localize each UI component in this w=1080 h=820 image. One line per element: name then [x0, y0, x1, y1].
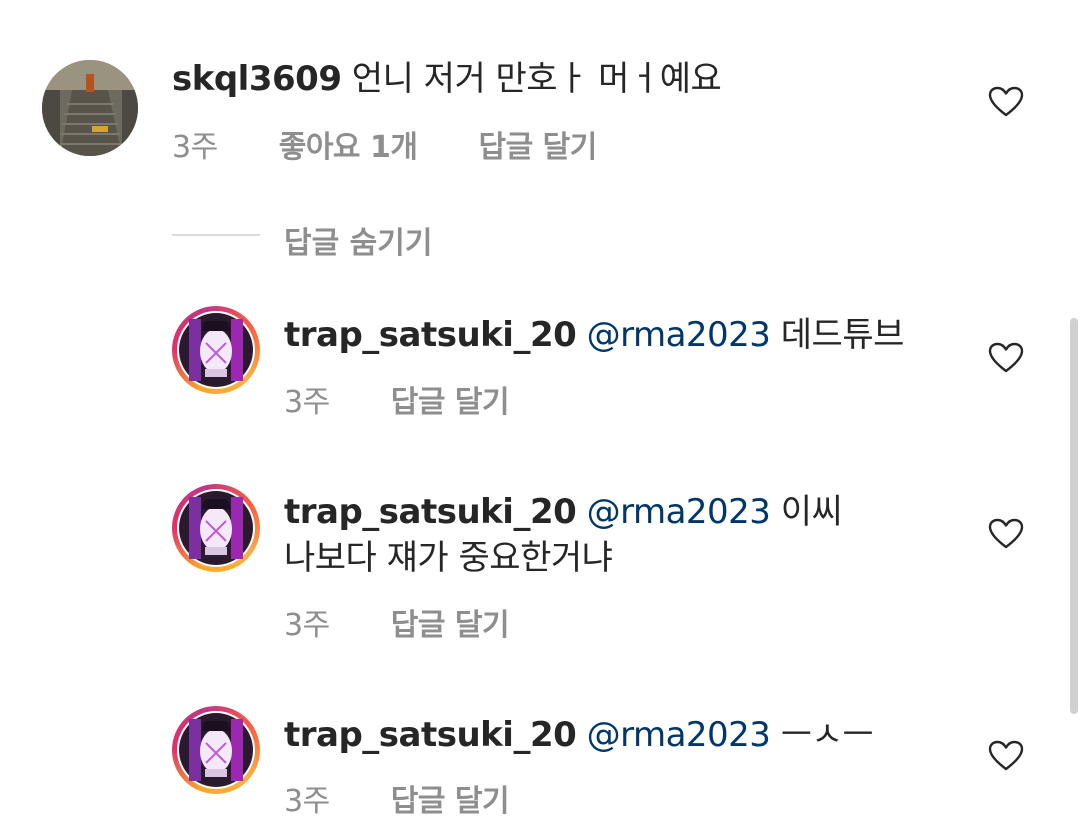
reply-meta: 3주 답글 달기	[284, 776, 561, 820]
reply-body: 데드튜브	[780, 315, 905, 355]
reply-button[interactable]: 답글 달기	[391, 784, 510, 819]
reply-time: 3주	[284, 385, 330, 420]
comment-time: 3주	[172, 130, 218, 165]
comment-username[interactable]: skql3609	[172, 59, 342, 99]
reply-body: ㅡㅅㅡ	[780, 715, 874, 755]
reply-text: trap_satsuki_20 @rma2023 ㅡㅅㅡ	[284, 713, 874, 757]
heart-outline-icon[interactable]	[988, 740, 1024, 772]
comment-meta: 3주 좋아요 1개 답글 달기	[172, 122, 649, 166]
heart-outline-icon[interactable]	[988, 518, 1024, 550]
comment-text: skql3609 언니 저거 만호ㅏ 머ㅓ예요	[172, 57, 722, 101]
mention-link[interactable]: @rma2023	[587, 715, 771, 755]
comment-body: 언니 저거 만호ㅏ 머ㅓ예요	[351, 59, 722, 99]
reply-username[interactable]: trap_satsuki_20	[284, 715, 577, 755]
reply-meta: 3주 답글 달기	[284, 377, 561, 421]
reply-username[interactable]: trap_satsuki_20	[284, 492, 577, 532]
avatar-illustration	[179, 491, 253, 565]
reply-button[interactable]: 답글 달기	[479, 130, 598, 165]
reply-button[interactable]: 답글 달기	[391, 608, 510, 643]
avatar[interactable]	[172, 484, 260, 572]
avatar[interactable]	[172, 306, 260, 394]
hide-replies-label[interactable]: 답글 숨기기	[284, 218, 432, 262]
reply-text: trap_satsuki_20 @rma2023 이씨	[284, 490, 843, 534]
reply-username[interactable]: trap_satsuki_20	[284, 315, 577, 355]
heart-outline-icon[interactable]	[988, 342, 1024, 374]
avatar[interactable]	[172, 706, 260, 794]
heart-outline-icon[interactable]	[988, 86, 1024, 118]
reply-meta: 3주 답글 달기	[284, 600, 561, 644]
reply-body: 이씨	[780, 492, 843, 532]
reply-body-line2: 나보다 쟤가 중요한거냐	[284, 538, 613, 578]
mention-link[interactable]: @rma2023	[587, 492, 771, 532]
avatar[interactable]	[42, 60, 138, 156]
avatar-illustration	[179, 313, 253, 387]
reply-text: trap_satsuki_20 @rma2023 데드튜브	[284, 313, 904, 357]
reply-button[interactable]: 답글 달기	[391, 385, 510, 420]
comment-likes[interactable]: 좋아요 1개	[279, 130, 418, 165]
reply-text-continued: 나보다 쟤가 중요한거냐	[284, 536, 613, 580]
reply-time: 3주	[284, 784, 330, 819]
avatar-illustration	[179, 713, 253, 787]
mention-link[interactable]: @rma2023	[587, 315, 771, 355]
reply-time: 3주	[284, 608, 330, 643]
avatar-photo	[42, 60, 138, 156]
divider-line	[172, 234, 260, 236]
scrollbar[interactable]	[1070, 318, 1078, 714]
